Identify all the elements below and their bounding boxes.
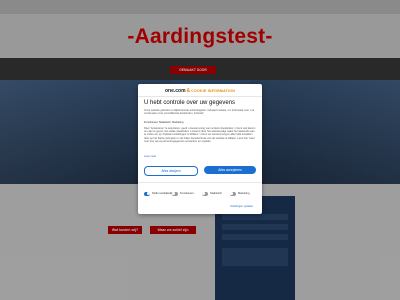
toggle-marketing[interactable]: Marketing	[230, 192, 249, 196]
consent-details: Door 'Accepteren' te selecteren, geeft u…	[144, 127, 256, 143]
toggle-strictly-necessary[interactable]: Strikt noodzakelijk	[144, 192, 173, 196]
cookie-consent-dialog: one.com&COOKIE INFORMATION U hebt contro…	[138, 84, 262, 214]
reject-all-button[interactable]: Alles afwijzen	[144, 166, 198, 176]
toggle-statistics[interactable]: Statistisch	[202, 192, 222, 196]
consent-intro: Onze website gebruikt en bijbehorende te…	[144, 109, 255, 116]
accept-all-button[interactable]: Alles accepteren	[204, 166, 256, 174]
read-more-link[interactable]: Lees meer	[144, 155, 156, 158]
divider	[138, 182, 262, 183]
brand-cookie-information: COOKIE INFORMATION	[191, 89, 236, 93]
toggle-switch[interactable]	[230, 192, 236, 196]
divider	[138, 96, 262, 97]
consent-title: U hebt controle over uw gegevens	[144, 100, 236, 106]
toggle-switch[interactable]	[202, 192, 208, 196]
toggle-functional[interactable]: Functioneel	[172, 192, 193, 196]
save-settings-link[interactable]: Instellingen opslaan	[230, 205, 253, 208]
consent-brand: one.com&COOKIE INFORMATION	[138, 88, 262, 94]
toggle-label: Marketing	[238, 192, 250, 196]
toggle-label: Functioneel	[180, 192, 194, 196]
toggle-label: Strikt noodzakelijk	[152, 192, 173, 196]
consent-purposes: Functioneel, Statistisch, Marketing	[144, 121, 184, 124]
toggle-switch[interactable]	[172, 192, 178, 196]
toggle-label: Statistisch	[210, 192, 222, 196]
brand-ampersand: &	[186, 88, 191, 94]
brand-onecom: one.com	[164, 88, 186, 94]
toggle-switch[interactable]	[144, 192, 150, 196]
